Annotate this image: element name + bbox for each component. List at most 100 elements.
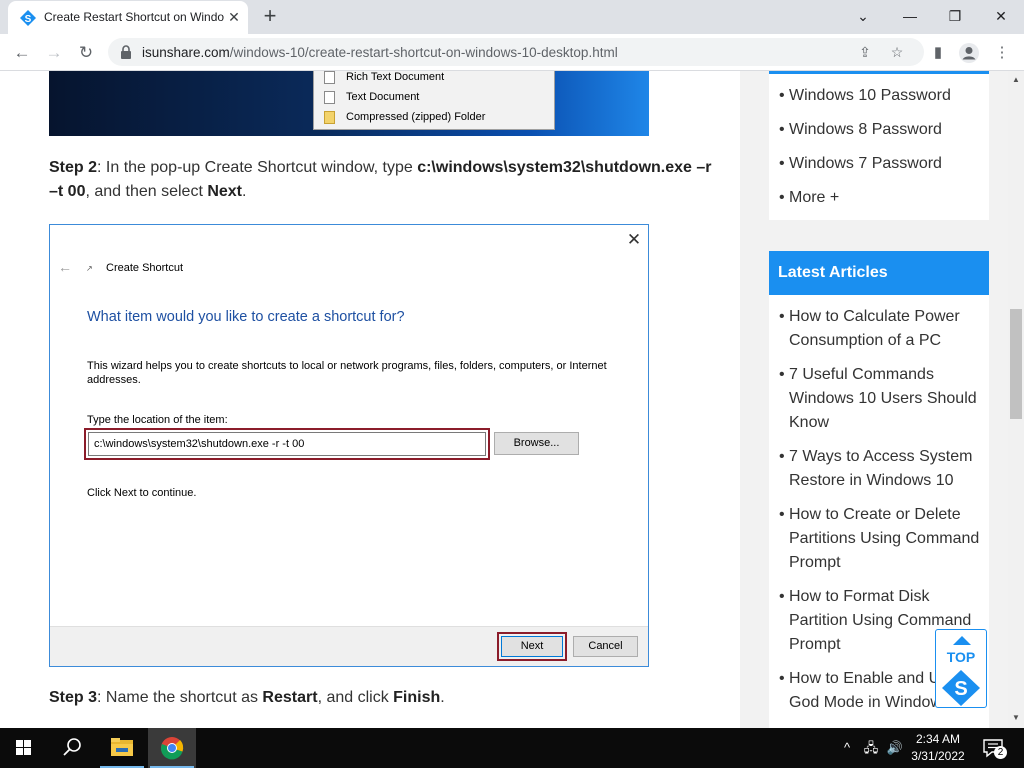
lock-icon [121, 45, 131, 59]
dialog-title: Create Shortcut [106, 262, 184, 274]
new-tab-button[interactable]: + [259, 5, 281, 28]
article-link-label[interactable]: 7 Ways to Access System Restore in Windo… [789, 445, 984, 493]
volume-icon[interactable]: 🔊 [886, 739, 904, 757]
chrome-taskbar-button[interactable] [148, 728, 196, 768]
browser-tab-strip: S Create Restart Shortcut on Windo ✕ + ⌄… [0, 0, 1024, 34]
url-domain: isunshare.com [142, 45, 230, 60]
step-2-action: Next [207, 183, 243, 200]
step-2-text: : In the pop-up Create Shortcut window, … [97, 159, 418, 176]
step-2-label: Step 2 [49, 159, 98, 176]
sidebar-link-label[interactable]: Windows 10 Password [789, 84, 984, 108]
step-3-label: Step 3 [49, 689, 98, 706]
chrome-icon [161, 737, 184, 760]
step-2-text: . [242, 183, 247, 200]
close-window-button[interactable]: ✕ [986, 4, 1016, 28]
back-arrow-icon: ← [58, 259, 72, 275]
sidebar-link[interactable]: • Windows 8 Password [779, 118, 984, 142]
step-3-action: Finish [393, 689, 441, 706]
folder-icon [111, 738, 133, 756]
start-button[interactable] [0, 728, 48, 768]
next-highlight-box: Next [497, 632, 567, 661]
isunshare-logo-icon: S [942, 670, 980, 706]
browser-tab-active[interactable]: S Create Restart Shortcut on Windo ✕ [8, 1, 248, 34]
document-icon [324, 91, 335, 104]
menu-item-label: Compressed (zipped) Folder [346, 111, 486, 123]
latest-article-link[interactable]: • 7 Ways to Access System Restore in Wind… [779, 445, 984, 493]
menu-item-label: Text Document [346, 91, 420, 103]
show-hidden-icons-chevron-icon[interactable]: ^ [838, 739, 856, 757]
location-highlight-box: c:\windows\system32\shutdown.exe -r -t 0… [84, 428, 490, 460]
file-explorer-button[interactable] [98, 728, 146, 768]
sidebar-link[interactable]: • Windows 7 Password [779, 152, 984, 176]
step-2-paragraph: Step 2: In the pop-up Create Shortcut wi… [49, 156, 719, 204]
context-menu-item: Rich Text Document [314, 71, 554, 88]
article-link-label[interactable]: How to Calculate Power Consumption of a … [789, 305, 984, 353]
document-icon [324, 71, 335, 84]
page-scrollbar[interactable]: ▲ ▼ [1008, 71, 1024, 728]
search-icon [63, 738, 81, 756]
article-content: Rich Text Document Text Document Compres… [0, 71, 740, 728]
windows-taskbar: ^ 🖧 🔊 2:34 AM 3/31/2022 2 [0, 728, 1024, 768]
latest-article-link[interactable]: • How to Calculate Power Consumption of a… [779, 305, 984, 353]
tab-close-icon[interactable]: ✕ [226, 9, 242, 25]
tab-title: Create Restart Shortcut on Windo [44, 10, 224, 24]
share-icon[interactable]: ⇪ [856, 43, 874, 61]
next-button: Next [501, 636, 563, 657]
back-arrow-icon[interactable]: ← [9, 40, 35, 66]
dialog-footer: Next Cancel [50, 626, 648, 666]
url-path: /windows-10/create-restart-shortcut-on-w… [229, 45, 618, 60]
browser-toolbar: ← → ↻ isunshare.com/windows-10/create-re… [0, 34, 1024, 71]
latest-article-link[interactable]: • How to Create or Delete Partitions Usin… [779, 503, 984, 575]
scroll-up-arrow-icon[interactable]: ▲ [1012, 75, 1020, 84]
step-3-text: , and click [317, 689, 394, 706]
clock-time[interactable]: 2:34 AM [903, 732, 973, 746]
windows-logo-icon [16, 740, 31, 755]
step-3-text: . [440, 689, 445, 706]
step-2-text: , and then select [85, 183, 208, 200]
sidebar-link-label[interactable]: More + [789, 186, 984, 210]
step-3-name: Restart [262, 689, 318, 706]
location-label: Type the location of the item: [87, 414, 228, 426]
context-menu-item: Compressed (zipped) Folder [314, 108, 554, 128]
browser-menu-icon[interactable]: ⋮ [991, 42, 1013, 64]
site-favicon-icon: S [20, 10, 36, 26]
forward-arrow-icon[interactable]: → [41, 40, 67, 66]
context-menu: Rich Text Document Text Document Compres… [313, 71, 555, 130]
network-icon[interactable]: 🖧 [862, 739, 880, 757]
back-to-top-button[interactable]: TOP S [935, 629, 987, 708]
web-page: Rich Text Document Text Document Compres… [0, 71, 1008, 728]
side-panel-icon[interactable]: ▮ [927, 42, 949, 64]
sidebar-link[interactable]: • Windows 10 Password [779, 84, 984, 108]
location-field: c:\windows\system32\shutdown.exe -r -t 0… [88, 432, 486, 456]
address-bar[interactable]: isunshare.com/windows-10/create-restart-… [108, 38, 924, 66]
url-text: isunshare.com/windows-10/create-restart-… [142, 45, 618, 60]
article-link-label[interactable]: 7 Useful Commands Windows 10 Users Shoul… [789, 363, 984, 435]
logo-letter: S [954, 678, 967, 700]
clock-date[interactable]: 3/31/2022 [903, 749, 973, 763]
up-arrow-icon [953, 636, 971, 645]
reload-icon[interactable]: ↻ [73, 40, 99, 66]
browse-button: Browse... [494, 432, 579, 455]
sidebar-more-link[interactable]: • More + [779, 186, 984, 210]
svg-text:S: S [25, 14, 32, 25]
context-menu-screenshot: Rich Text Document Text Document Compres… [49, 71, 649, 136]
sidebar-link-label[interactable]: Windows 7 Password [789, 152, 984, 176]
scrollbar-thumb[interactable] [1010, 309, 1022, 419]
bookmark-star-icon[interactable]: ☆ [888, 43, 906, 61]
restore-button[interactable]: ❐ [940, 4, 970, 28]
profile-avatar-icon[interactable] [958, 42, 980, 64]
dialog-description: This wizard helps you to create shortcut… [87, 360, 607, 386]
minimize-button[interactable]: — [895, 4, 925, 28]
top-button-label: TOP [946, 649, 976, 665]
menu-item-label: Rich Text Document [346, 71, 445, 83]
shortcut-arrow-icon: ↗ [86, 264, 93, 273]
action-center-button[interactable]: 2 [982, 738, 1007, 759]
latest-article-link[interactable]: • 7 Useful Commands Windows 10 Users Shou… [779, 363, 984, 435]
scroll-down-arrow-icon[interactable]: ▼ [1012, 713, 1020, 722]
sidebar-link-label[interactable]: Windows 8 Password [789, 118, 984, 142]
zip-folder-icon [324, 111, 335, 124]
search-button[interactable] [48, 728, 96, 768]
article-link-label[interactable]: How to Create or Delete Partitions Using… [789, 503, 984, 575]
tab-search-chevron-icon[interactable]: ⌄ [848, 4, 878, 28]
cancel-button: Cancel [573, 636, 638, 657]
